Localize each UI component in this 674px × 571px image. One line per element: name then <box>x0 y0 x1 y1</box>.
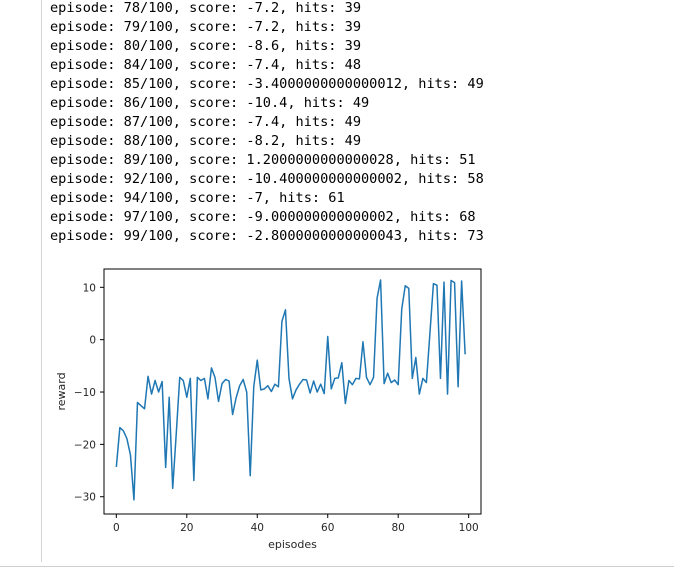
y-tick-label: −30 <box>74 492 96 504</box>
plot-frame <box>103 268 482 515</box>
y-tick-label: −20 <box>74 439 96 451</box>
output-line: episode: 87/100, score: -7.4, hits: 49 <box>50 114 361 130</box>
output-line: episode: 88/100, score: -8.2, hits: 49 <box>50 133 361 149</box>
output-line: episode: 84/100, score: -7.4, hits: 48 <box>50 57 361 73</box>
output-line: episode: 92/100, score: -10.400000000000… <box>50 171 484 187</box>
x-tick-label: 80 <box>392 522 405 534</box>
x-tick-label: 0 <box>113 522 120 534</box>
cell-output: episode: 78/100, score: -7.2, hits: 39 ep… <box>50 0 660 246</box>
x-tick-label: 100 <box>459 522 479 534</box>
output-line: episode: 85/100, score: -3.4000000000000… <box>50 76 484 92</box>
output-line: episode: 86/100, score: -10.4, hits: 49 <box>50 95 370 111</box>
output-line: episode: 94/100, score: -7, hits: 61 <box>50 190 345 206</box>
reward-series-line <box>115 279 466 501</box>
output-line: episode: 80/100, score: -8.6, hits: 39 <box>50 38 361 54</box>
output-line: episode: 89/100, score: 1.20000000000000… <box>50 152 476 168</box>
x-tick-label: 20 <box>180 522 193 534</box>
output-line: episode: 99/100, score: -2.8000000000000… <box>50 228 484 244</box>
x-axis-label: episodes <box>268 538 317 551</box>
output-line: episode: 79/100, score: -7.2, hits: 39 <box>50 19 361 35</box>
y-tick-label: −10 <box>74 387 96 399</box>
y-tick-label: 10 <box>83 282 96 294</box>
x-tick-label: 60 <box>321 522 334 534</box>
output-line: episode: 78/100, score: -7.2, hits: 39 <box>50 0 361 16</box>
output-line: episode: 97/100, score: -9.0000000000000… <box>50 209 476 225</box>
y-tick-label: 0 <box>89 335 96 347</box>
cell-gutter <box>0 0 42 562</box>
cell-divider <box>0 566 674 567</box>
x-tick-label: 40 <box>251 522 264 534</box>
y-axis-label: reward <box>55 372 68 410</box>
